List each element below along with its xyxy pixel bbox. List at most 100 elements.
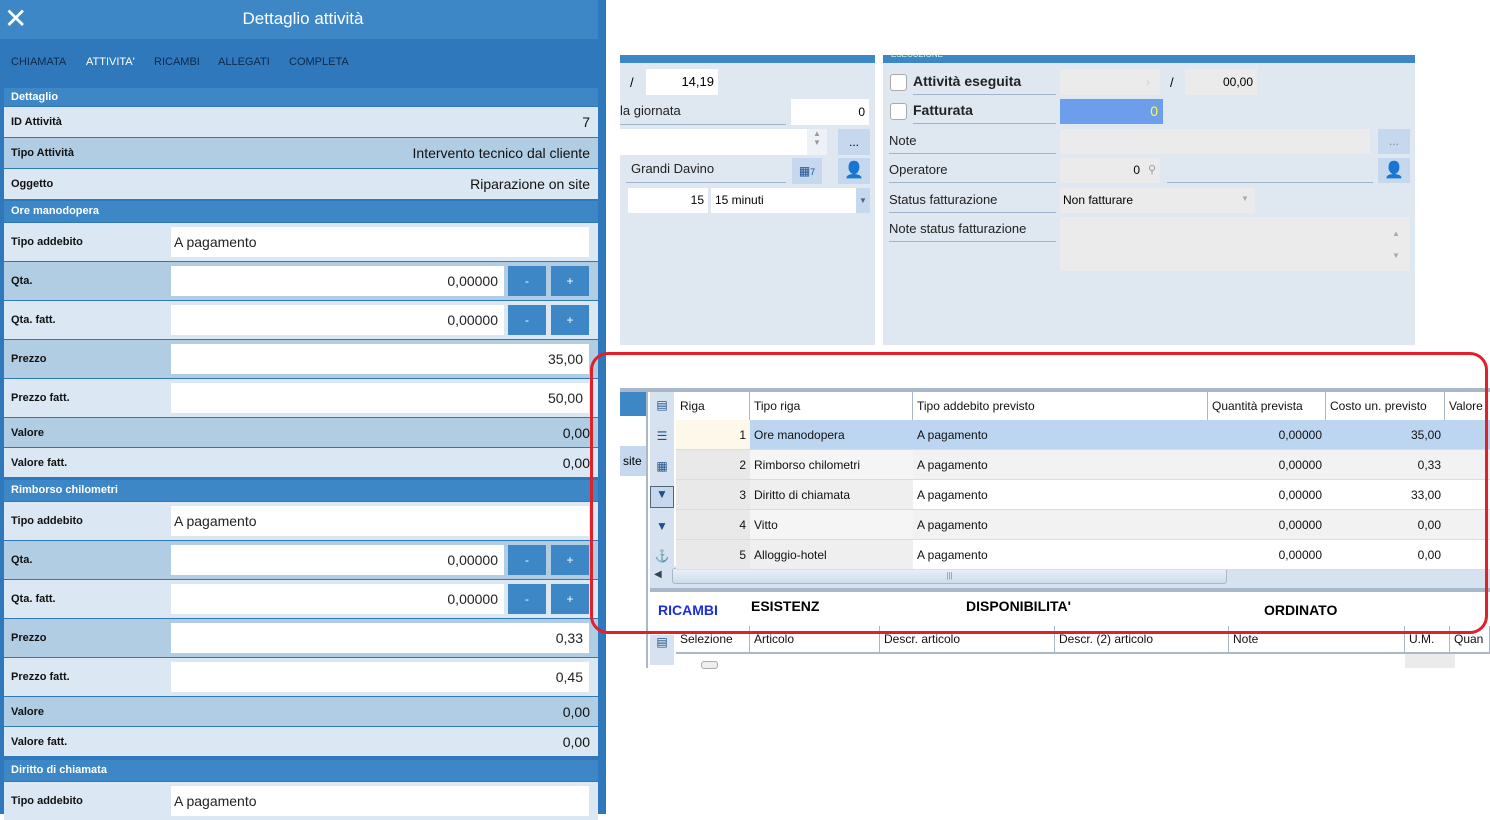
field-row-prezzo: Prezzo 35,00 (4, 340, 598, 378)
note-status-label: Note status fatturazione (889, 221, 1056, 242)
field-label: Valore fatt. (11, 735, 68, 748)
field-row-qta: Qta. 0,00000- + (4, 541, 598, 579)
field-value: 0,00 (562, 424, 590, 441)
section-header: Ore manodopera (4, 201, 598, 222)
dropdown-arrow-icon[interactable]: ▼ (856, 188, 870, 213)
operatore-label: Operatore (889, 162, 1056, 183)
detail-row: Tipo Attività Intervento tecnico dal clie… (4, 138, 598, 168)
more-button[interactable]: ... (838, 129, 870, 155)
note-field[interactable] (620, 129, 827, 155)
dropdown-arrow-icon[interactable]: ▼ (1241, 194, 1249, 203)
tipo-input[interactable]: A pagamento (171, 786, 589, 816)
minutes-select[interactable]: 15 minuti (711, 188, 856, 213)
field-label: Tipo addebito (11, 515, 83, 527)
prezzo-input[interactable]: 0,33 (171, 623, 589, 653)
field-row-tipo: Tipo addebito A pagamento (4, 502, 598, 540)
field-row-prezzo-fatt: Prezzo fatt. 50,00 (4, 379, 598, 417)
tipo-input[interactable]: A pagamento (171, 227, 589, 257)
field-value: Intervento tecnico dal cliente (412, 145, 590, 161)
decrement-button[interactable]: - (508, 305, 546, 335)
increment-button[interactable]: + (551, 545, 589, 575)
field-row-tipo: Tipo addebito A pagamento (4, 782, 598, 820)
prezzo-input[interactable]: 35,00 (171, 344, 589, 374)
prezzo-fatt-input[interactable]: 0,45 (171, 662, 589, 692)
giornata-field[interactable]: 0 (791, 99, 869, 125)
exec-time-field[interactable]: 00,00 (1185, 69, 1257, 95)
field-row-valore-fatt: Valore fatt. 0,00 (4, 448, 598, 477)
status-select[interactable]: Non fatturare (1060, 188, 1255, 213)
activity-detail-panel: ✕ Dettaglio attività CHIAMATA ATTIVITA' RI… (0, 0, 606, 820)
tab-chiamata[interactable]: CHIAMATA (11, 56, 66, 68)
increment-button[interactable]: + (551, 584, 589, 614)
time-panel: / 14,19 la giornata 0 ▲ ▼ ... Grandi Davi… (620, 55, 875, 345)
slash: / (1170, 75, 1174, 90)
field-value: 0,00 (562, 454, 590, 471)
field-label: Tipo Attività (11, 147, 74, 159)
execution-panel: ESECUZIONE Attività eseguita › / 00,00 F… (883, 55, 1415, 345)
field-label: Prezzo (11, 353, 47, 365)
detail-row: Oggetto Riparazione on site (4, 169, 598, 199)
selection-checkbox[interactable] (701, 661, 718, 669)
increment-button[interactable]: + (551, 266, 589, 296)
date-field[interactable]: › (1060, 69, 1160, 95)
tipo-input[interactable]: A pagamento (171, 506, 589, 536)
field-label: Valore fatt. (11, 456, 68, 469)
qta-input[interactable]: 0,00000 (171, 545, 504, 575)
scroll-arrows-icon[interactable]: ▲ ▼ (1392, 223, 1400, 267)
field-row-tipo: Tipo addebito A pagamento (4, 223, 598, 261)
person-icon[interactable]: 👤 (1378, 158, 1410, 183)
column-chooser-icon[interactable]: ▤ (650, 635, 674, 665)
minutes-field[interactable]: 15 (628, 188, 708, 213)
field-row-qta-fatt: Qta. fatt. 0,00000- + (4, 580, 598, 618)
field-label: ID Attività (11, 116, 62, 128)
more-button[interactable]: ... (1378, 129, 1410, 154)
eseguita-label: Attività eseguita (913, 73, 1056, 95)
field-value: 0,00 (562, 733, 590, 750)
section-header: Dettaglio (4, 88, 598, 106)
qta-fatt-input[interactable]: 0,00000 (171, 305, 504, 335)
fatturata-checkbox[interactable] (890, 103, 907, 120)
status-label: Status fatturazione (889, 192, 1056, 213)
section-header: Rimborso chilometri (4, 480, 598, 501)
slash: / (630, 75, 634, 90)
qta-fatt-input[interactable]: 0,00000 (171, 584, 504, 614)
increment-button[interactable]: + (551, 305, 589, 335)
panel-header: ✕ Dettaglio attività (0, 0, 606, 39)
fatturata-value[interactable]: 0 (1060, 99, 1163, 124)
field-row-qta-fatt: Qta. fatt. 0,00000- + (4, 301, 598, 339)
decrement-button[interactable]: - (508, 584, 546, 614)
prezzo-fatt-input[interactable]: 50,00 (171, 383, 589, 413)
field-value: 0,00 (562, 703, 590, 720)
tab-allegati[interactable]: ALLEGATI (218, 56, 270, 68)
eseguita-checkbox[interactable] (890, 74, 907, 91)
decrement-button[interactable]: - (508, 545, 546, 575)
operatore-name-field[interactable] (1167, 158, 1373, 183)
field-label: Tipo addebito (11, 236, 83, 248)
qta-input[interactable]: 0,00000 (171, 266, 504, 296)
tab-attivita[interactable]: ATTIVITA' (86, 56, 135, 68)
calendar-icon[interactable]: ▦7 (792, 158, 822, 184)
field-label: Prezzo (11, 632, 47, 644)
field-label: Prezzo fatt. (11, 671, 70, 683)
panel-title: Dettaglio attività (242, 9, 364, 28)
field-label: Prezzo fatt. (11, 392, 70, 404)
note-field[interactable] (1060, 129, 1370, 154)
execution-header: ESECUZIONE (883, 55, 1415, 63)
field-label: Qta. fatt. (11, 593, 56, 605)
spin-arrows-icon[interactable]: ▲ ▼ (807, 129, 827, 155)
fatturata-label: Fatturata (913, 102, 1056, 124)
search-icon[interactable]: ⚲ (1148, 163, 1156, 176)
person-icon[interactable]: 👤 (838, 158, 870, 184)
operatore-field[interactable]: 0 (1060, 158, 1160, 183)
note-status-field[interactable] (1060, 217, 1410, 271)
field-label: Valore (11, 426, 45, 439)
tab-bar: CHIAMATA ATTIVITA' RICAMBI ALLEGATI COMPLETA (0, 40, 606, 86)
field-value: 7 (582, 114, 590, 130)
tab-completa[interactable]: COMPLETA (289, 56, 349, 68)
tab-ricambi[interactable]: RICAMBI (154, 56, 200, 68)
decrement-button[interactable]: - (508, 266, 546, 296)
time-field[interactable]: 14,19 (646, 69, 718, 95)
detail-row: ID Attività 7 (4, 107, 598, 137)
annotation-highlight (590, 352, 1488, 634)
field-value: Riparazione on site (470, 176, 590, 192)
